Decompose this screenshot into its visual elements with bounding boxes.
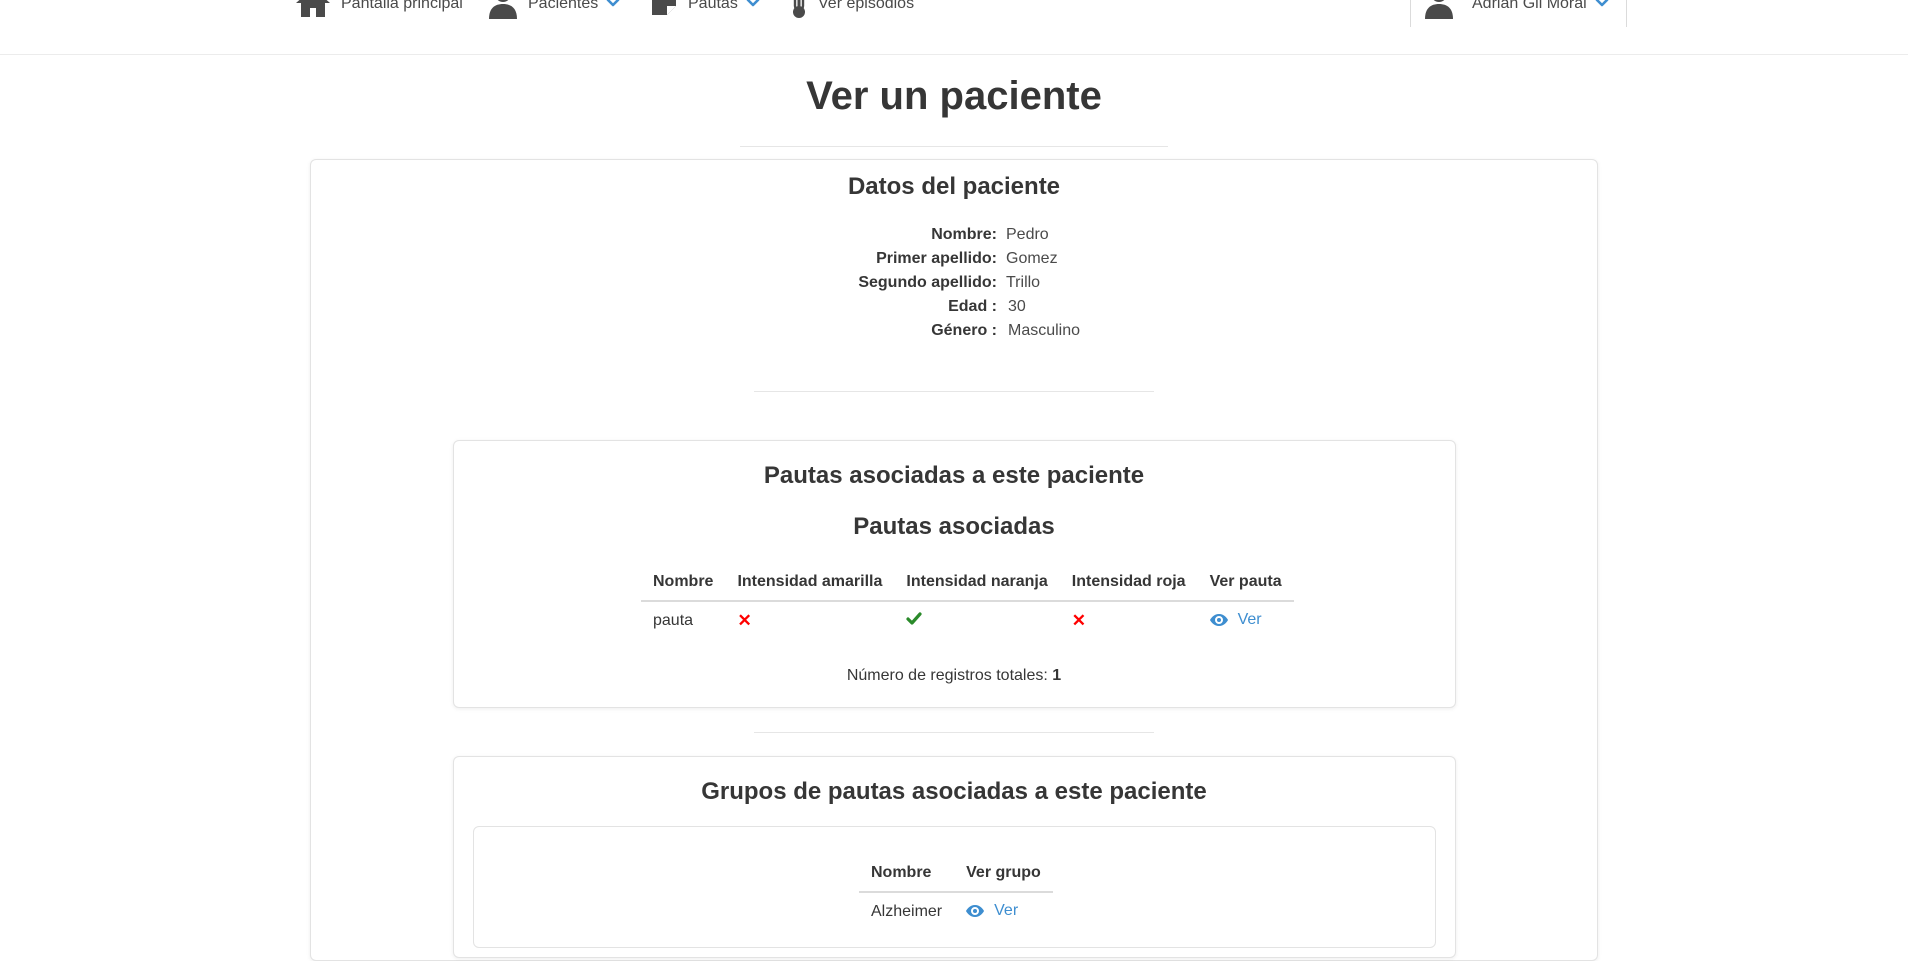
user-icon [1424, 0, 1454, 24]
column-header: Intensidad amarilla [725, 564, 895, 602]
top-navbar: Pantalla principal Pacientes Pautas Ver … [0, 0, 1908, 55]
view-link-label: Ver [994, 902, 1019, 919]
table-header-row: Nombre Intensidad amarilla Intensidad na… [641, 564, 1294, 602]
nav-guidelines[interactable]: Pautas [650, 0, 760, 22]
user-icon [488, 0, 518, 24]
table-row: Alzheimer Ver [859, 892, 1053, 931]
field-age: Edad : 30 [0, 298, 1908, 320]
eye-icon [966, 905, 985, 917]
section-divider [754, 732, 1154, 733]
records-count-value: 1 [1052, 667, 1062, 684]
x-mark-icon: ✕ [737, 611, 752, 630]
chevron-down-icon [746, 0, 760, 13]
records-count: Número de registros totales: 1 [0, 667, 1908, 685]
field-label: Edad : [948, 298, 997, 315]
field-value: 30 [1008, 298, 1026, 315]
group-name: Alzheimer [871, 903, 943, 920]
table-header-row: Nombre Ver grupo [859, 855, 1053, 893]
thermometer-icon [790, 0, 808, 25]
column-header: Nombre [641, 564, 726, 602]
check-icon [906, 611, 922, 630]
table-row: pauta ✕ ✕ Ver [641, 601, 1294, 640]
guidelines-table: Nombre Intensidad amarilla Intensidad na… [641, 564, 1294, 640]
nav-episodes[interactable]: Ver episodios [790, 0, 914, 22]
nav-patients-label: Pacientes [528, 0, 599, 12]
chevron-down-icon [606, 0, 620, 13]
field-first-name: Nombre: Pedro [0, 226, 1908, 248]
nav-guidelines-label: Pautas [688, 0, 738, 12]
chevron-down-icon [1595, 0, 1609, 13]
view-guideline-link[interactable]: Ver [1209, 611, 1262, 629]
nav-user-menu[interactable]: Adrian Gil Moral [1424, 0, 1609, 22]
page-title: Ver un paciente [806, 74, 1102, 118]
field-value: Pedro [1006, 226, 1049, 243]
column-header: Intensidad naranja [894, 564, 1060, 602]
field-label: Segundo apellido: [858, 274, 997, 291]
nav-home-label: Pantalla principal [341, 0, 463, 12]
field-gender: Género : Masculino [0, 322, 1908, 344]
column-header: Intensidad roja [1059, 564, 1198, 602]
patient-data-heading: Datos del paciente [847, 173, 1061, 200]
column-header: Ver pauta [1197, 564, 1294, 602]
field-value: Gomez [1006, 250, 1058, 267]
field-value: Masculino [1008, 322, 1081, 339]
view-link-label: Ver [1237, 611, 1262, 628]
guidelines-subheading: Pautas asociadas [853, 513, 1055, 540]
nav-home[interactable]: Pantalla principal [295, 0, 463, 22]
field-label: Nombre: [931, 226, 997, 243]
title-divider [740, 146, 1168, 147]
note-icon [650, 0, 678, 22]
field-label: Primer apellido: [876, 250, 997, 267]
column-header: Nombre [859, 855, 955, 893]
field-first-surname: Primer apellido: Gomez [0, 250, 1908, 272]
field-label: Género : [931, 322, 997, 339]
nav-episodes-label: Ver episodios [818, 0, 915, 12]
home-icon [295, 0, 331, 23]
groups-table: Nombre Ver grupo Alzheimer Ver [859, 855, 1053, 931]
guidelines-heading: Pautas asociadas a este paciente [763, 462, 1145, 489]
eye-icon [1209, 614, 1228, 626]
records-count-label: Número de registros totales: [846, 667, 1048, 684]
field-value: Trillo [1006, 274, 1041, 291]
column-header: Ver grupo [954, 855, 1053, 893]
field-second-surname: Segundo apellido: Trillo [0, 274, 1908, 296]
guideline-name: pauta [653, 612, 694, 629]
groups-heading: Grupos de pautas asociadas a este pacien… [701, 778, 1207, 805]
view-group-link[interactable]: Ver [966, 902, 1018, 920]
x-mark-icon: ✕ [1071, 611, 1087, 630]
section-divider [754, 391, 1154, 392]
nav-user-name: Adrian Gil Moral [1472, 0, 1587, 12]
nav-patients[interactable]: Pacientes [488, 0, 620, 22]
